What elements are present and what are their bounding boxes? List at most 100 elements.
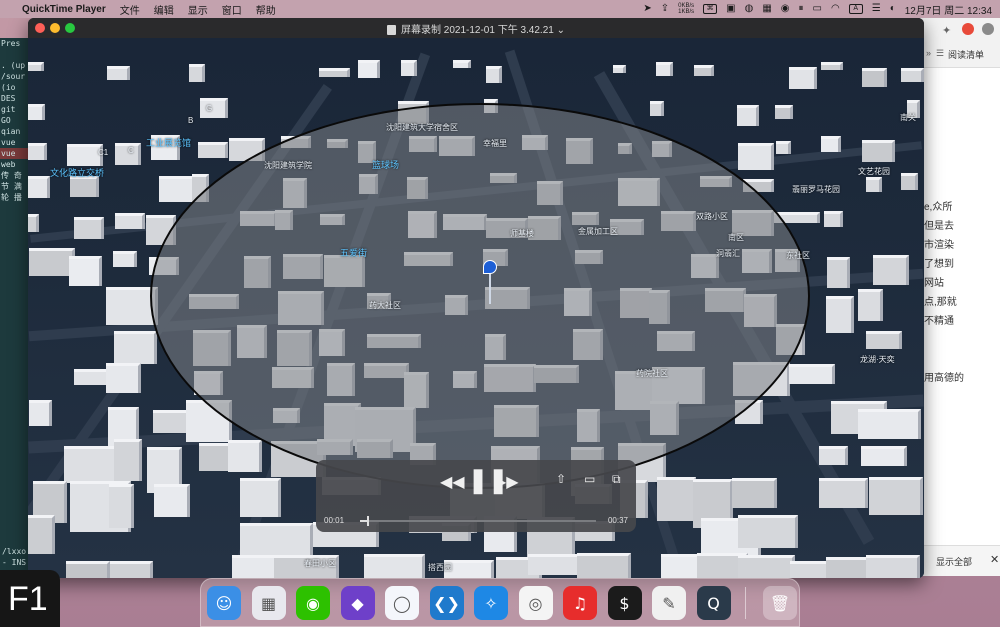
browser-toolbar: ✦ » ☰ 阅读清单 (920, 18, 1000, 68)
upload-icon[interactable]: ⇪ (661, 4, 669, 14)
map-building (858, 289, 883, 321)
close-window-button[interactable] (35, 23, 45, 33)
menubar-clock[interactable]: 12月7日 周二 12:34 (905, 2, 992, 17)
more-bookmarks-icon[interactable]: » (926, 48, 931, 58)
map-building (200, 98, 228, 118)
battery-icon[interactable]: ▭ (813, 4, 822, 14)
screen-icon[interactable]: ▣ (726, 4, 735, 14)
scrubber-handle[interactable] (367, 516, 370, 526)
extension-2-icon[interactable] (962, 23, 974, 35)
map-building (66, 561, 110, 578)
profile-avatar-icon[interactable] (982, 23, 994, 35)
dock-quicktime-icon[interactable]: Q (696, 586, 731, 620)
map-label: 金属加工区 (578, 227, 618, 236)
share-icon[interactable]: ⇧ (556, 472, 566, 486)
duration-time: 00:37 (607, 516, 628, 525)
input-method-icon[interactable]: A (848, 4, 863, 14)
map-building (29, 400, 52, 426)
reading-list-button[interactable]: 阅读清单 (948, 48, 984, 61)
menu-file[interactable]: 文件 (120, 2, 140, 17)
menu-view[interactable]: 显示 (188, 2, 208, 17)
dock-trash-icon[interactable]: 🗑 (763, 586, 797, 620)
map-building (114, 331, 157, 364)
extension-icon[interactable]: ✦ (942, 24, 951, 37)
map-building (613, 65, 626, 73)
wifi-icon[interactable]: ◠ (831, 4, 840, 14)
document-icon (386, 24, 396, 35)
zoom-window-button[interactable] (65, 23, 75, 33)
scrubber-track[interactable] (360, 516, 596, 526)
menu-window[interactable]: 窗口 (222, 2, 242, 17)
pin-stem (489, 274, 491, 304)
location-pin-icon (483, 260, 497, 274)
map-label: B (188, 116, 194, 125)
network-speed[interactable]: 0KB/s 1KB/s (678, 3, 694, 15)
map-building (819, 478, 868, 508)
map-building (28, 214, 39, 232)
siri-icon[interactable]: ◐ (890, 4, 896, 14)
location-arrow-icon[interactable]: ➤ (643, 4, 651, 14)
map-building (577, 553, 631, 578)
map-building (240, 478, 281, 517)
terminal-line: 轮 播 (1, 193, 22, 202)
menu-edit[interactable]: 编辑 (154, 2, 174, 17)
dock-wechat-icon[interactable]: ◉ (296, 586, 330, 620)
map-building (901, 173, 918, 190)
browser-window-background[interactable]: ✦ » ☰ 阅读清单 e,众所 但是去 市渲染 了想到 网站 点,那就 不精通 用高德的 显示… (920, 18, 1000, 576)
dock-netease-music-icon[interactable]: ♫ (563, 586, 597, 620)
window-title: 屏幕录制 2021-12-01 下午 3.42.21 ⌄ (386, 21, 565, 36)
map-building (486, 66, 502, 83)
close-download-bar-button[interactable]: ✕ (990, 553, 999, 566)
map-building (789, 67, 817, 89)
map-label: 洞翡汇 (716, 249, 740, 258)
control-center-icon[interactable]: ☰ (872, 4, 881, 14)
video-frame-3d-map[interactable]: 工业展览馆 文化路立交桥 篮球场 五爱街 沈阳建筑大学宿舍区 沈阳建筑学院 幸福里 师基楼 金属… (28, 38, 924, 578)
wechat-status-icon[interactable]: ◍ (745, 4, 754, 14)
article-text-line: 用高德的 (924, 373, 964, 384)
pause-icon[interactable]: ⏸ (799, 4, 804, 14)
dock-chrome-icon[interactable]: ◎ (518, 586, 553, 620)
dock-vscode-icon[interactable]: ❮❯ (429, 586, 464, 620)
minimize-window-button[interactable] (50, 23, 60, 33)
show-all-button[interactable]: 显示全部 (936, 555, 972, 568)
article-text-line: 市渲染 (924, 240, 954, 251)
map-label-highlight: 五爱街 (340, 248, 368, 258)
dock-terminal-icon[interactable]: $ (607, 586, 642, 620)
terminal-line: . (up (1, 61, 26, 70)
map-building (901, 68, 924, 82)
radius-circle-overlay (150, 103, 810, 489)
menu-help[interactable]: 帮助 (256, 2, 276, 17)
map-building (826, 296, 854, 333)
dock-launchpad-icon[interactable]: ▦ (251, 586, 286, 620)
player-controls: ◀◀ ❚❚ ▶▶ ⇧ ▭ ⧉ 00:01 00:37 (316, 460, 636, 532)
airplay-icon[interactable]: ▭ (584, 472, 595, 486)
clash-icon[interactable]: ◉ (781, 4, 790, 14)
map-building (650, 101, 664, 116)
map-label-highlight: 工业展览馆 (146, 138, 192, 148)
reading-list-icon[interactable]: ☰ (936, 48, 944, 59)
map-building (28, 515, 55, 554)
article-text-line: 但是去 (924, 221, 954, 232)
dock-feishu-icon[interactable]: ◯ (385, 586, 419, 620)
map-building (657, 477, 696, 521)
terminal-window-background[interactable]: Pres . (up/sour (io DES git GO qian vue v… (0, 38, 30, 578)
notes-icon[interactable]: ▦ (762, 4, 771, 14)
picture-in-picture-icon[interactable]: ⧉ (612, 472, 621, 487)
command-icon[interactable]: ⌘ (703, 4, 718, 14)
map-building (28, 104, 45, 120)
dock-textedit-icon[interactable]: ✎ (652, 586, 686, 620)
dock-github-icon[interactable]: ◆ (340, 586, 375, 620)
terminal-status-lines: /lxxo - INS (0, 546, 30, 567)
dock-finder-icon[interactable]: ☺ (207, 586, 241, 620)
map-building (28, 62, 44, 71)
dock-safari-icon[interactable]: ✧ (474, 586, 508, 620)
app-menu[interactable]: QuickTime Player (22, 4, 106, 15)
map-building (64, 446, 119, 483)
rewind-button[interactable]: ◀◀ (440, 472, 465, 492)
article-text-line: 点,那就 (924, 297, 957, 308)
map-building (113, 251, 137, 267)
fast-forward-button[interactable]: ▶▶ (494, 472, 519, 492)
map-label: 南区 (728, 233, 744, 242)
map-building (776, 141, 791, 154)
map-label: 南关 (900, 113, 916, 122)
